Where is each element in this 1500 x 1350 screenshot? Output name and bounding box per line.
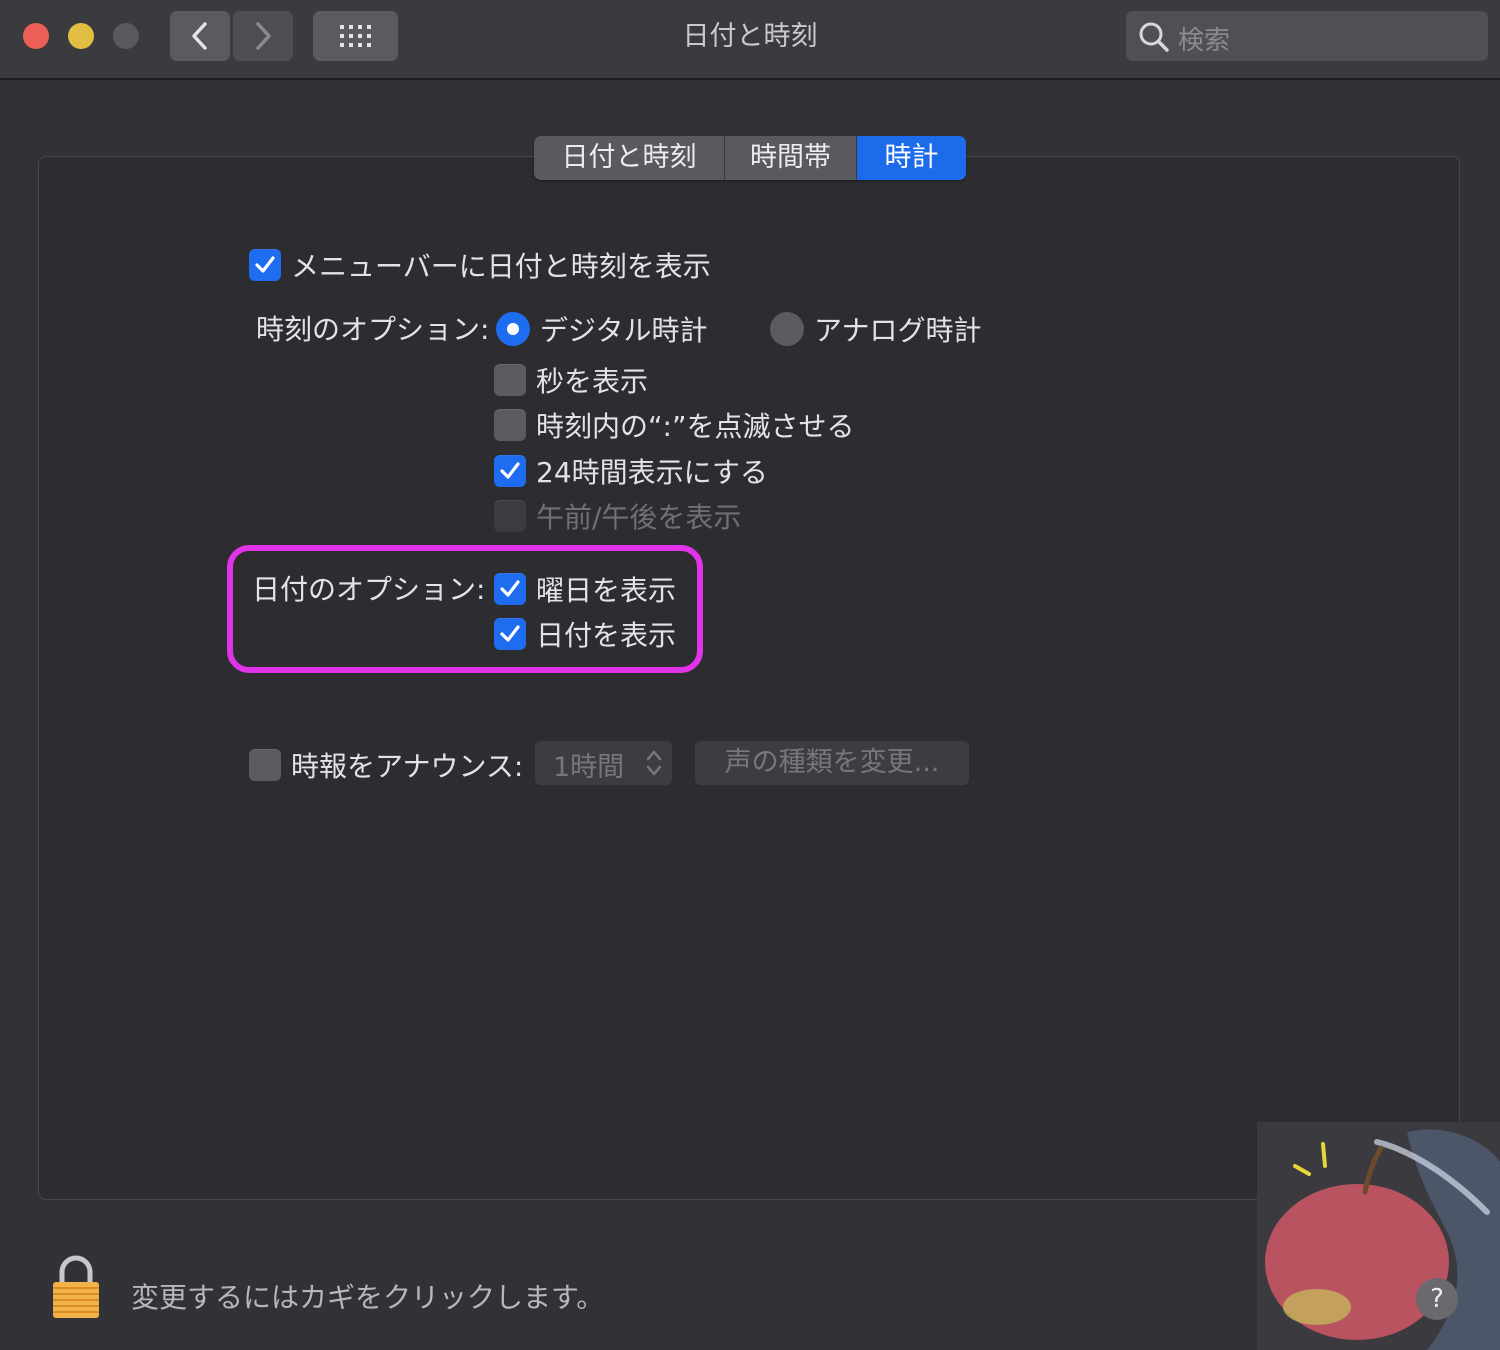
search-placeholder: 検索 [1178,26,1231,56]
clock-settings-panel [38,156,1460,1200]
search-icon [1139,22,1169,52]
date-options-label: 日付のオプション: [252,573,486,606]
title-bar: 日付と時刻 検索 [0,0,1500,80]
show-seconds-checkbox[interactable] [494,364,526,396]
analog-clock-radio[interactable] [770,312,804,346]
show-weekday-row: 曜日を表示 [494,569,676,609]
checkmark-icon [500,462,520,479]
decorative-sticker [1257,1122,1500,1350]
show-weekday-label: 曜日を表示 [536,574,677,607]
use-24-hour-row: 24時間表示にする [494,451,768,491]
show-weekday-checkbox[interactable] [494,573,526,605]
show-date-checkbox[interactable] [494,618,526,650]
show-seconds-label: 秒を表示 [536,365,649,398]
flash-separators-checkbox[interactable] [494,409,526,441]
change-voice-button: 声の種類を変更... [695,741,969,785]
show-seconds-row: 秒を表示 [494,360,648,400]
digital-clock-label: デジタル時計 [540,314,708,347]
tab-date-time[interactable]: 日付と時刻 [534,136,725,180]
apple-illustration-icon [1265,1129,1500,1350]
search-field[interactable]: 検索 [1126,11,1488,61]
show-in-menubar-row: メニューバーに日付と時刻を表示 [249,245,711,285]
announce-label: 時報をアナウンス: [291,750,524,783]
tab-bar: 日付と時刻 時間帯 時計 [534,136,966,180]
use-24-hour-checkbox[interactable] [494,455,526,487]
show-date-row: 日付を表示 [494,614,676,654]
analog-clock-option[interactable]: アナログ時計 [770,309,981,349]
use-24-hour-label: 24時間表示にする [536,456,768,489]
time-options-label: 時刻のオプション: [256,313,490,346]
show-am-pm-checkbox [494,500,526,532]
digital-clock-radio[interactable] [496,312,530,346]
lock-icon[interactable] [50,1254,102,1320]
tab-time-zone[interactable]: 時間帯 [725,136,857,180]
up-down-chevron-icon [646,750,662,776]
show-in-menubar-label: メニューバーに日付と時刻を表示 [291,250,711,283]
time-options-row: 時刻のオプション: [256,308,489,348]
show-in-menubar-checkbox[interactable] [249,249,281,281]
help-button[interactable]: ? [1416,1278,1458,1320]
tab-clock[interactable]: 時計 [857,136,966,180]
date-options-row: 日付のオプション: [252,568,485,608]
announce-checkbox[interactable] [249,749,281,781]
checkmark-icon [255,256,275,273]
digital-clock-option[interactable]: デジタル時計 [496,309,707,349]
show-date-label: 日付を表示 [536,619,677,652]
analog-clock-label: アナログ時計 [814,314,982,347]
announce-interval-select: 1時間 [535,741,672,785]
checkmark-icon [500,625,520,642]
flash-separators-row: 時刻内の“:”を点滅させる [494,405,854,445]
announce-row: 時報をアナウンス: [249,745,523,785]
show-am-pm-label: 午前/午後を表示 [536,501,742,534]
flash-separators-label: 時刻内の“:”を点滅させる [536,410,855,443]
show-am-pm-row: 午前/午後を表示 [494,496,741,536]
announce-interval-value: 1時間 [553,752,625,783]
checkmark-icon [500,580,520,597]
lock-instruction-text: 変更するにはカギをクリックします。 [131,1281,605,1314]
